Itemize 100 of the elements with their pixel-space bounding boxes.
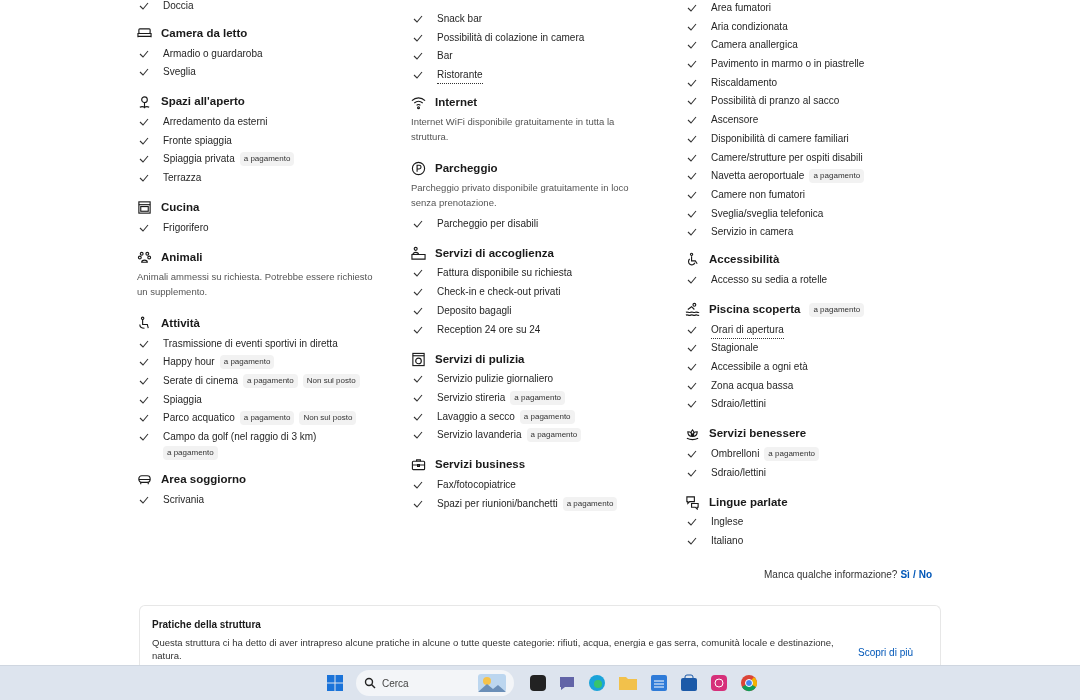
check-icon bbox=[687, 275, 697, 284]
card-text: Questa struttura ci ha detto di aver intrapreso alcune pratiche in alcune o tutte queste categorie: rifiuti, acqua, energia e gas serra, comunità locale e destinazione, natura. bbox=[152, 636, 835, 662]
price-tag: a pagamento bbox=[809, 302, 865, 317]
briefcase-icon bbox=[411, 457, 426, 473]
learn-more-link[interactable]: Scopri di più bbox=[858, 645, 914, 660]
amenity-label: Accessibile a ogni età bbox=[711, 360, 808, 374]
amenity-label: Parcheggio per disabili bbox=[437, 216, 539, 231]
amenity-label: Campo da golf (nel raggio di 3 km) bbox=[163, 429, 317, 444]
section-heading: Spazi all'aperto bbox=[161, 94, 245, 110]
amenity-label: Happy hour bbox=[163, 355, 215, 370]
section-heading: Camera da letto bbox=[161, 26, 248, 42]
card-title: Pratiche della struttura bbox=[152, 618, 262, 632]
amenity-label: Check-in e check-out privati bbox=[437, 285, 561, 300]
chat-icon[interactable] bbox=[558, 674, 576, 692]
amenity-label: Spiaggia bbox=[163, 392, 202, 407]
wheelchair-icon bbox=[685, 252, 700, 268]
search-input[interactable]: Cerca bbox=[382, 675, 472, 691]
check-icon bbox=[139, 495, 149, 504]
price-tag: a pagamento bbox=[519, 409, 575, 424]
amenity-label: Italiano bbox=[711, 534, 744, 549]
section-heading: Accessibilità bbox=[709, 252, 780, 268]
amenity-label: Doccia bbox=[163, 0, 194, 13]
section-heading: Parcheggio bbox=[435, 161, 498, 177]
price-tag: Non sul posto bbox=[299, 411, 357, 426]
price-tag: a pagamento bbox=[764, 447, 820, 462]
amenity-label: Trasmissione di eventi sportivi in diretta bbox=[163, 336, 338, 351]
no-link[interactable]: No bbox=[918, 567, 932, 582]
section-heading: Servizi benessere bbox=[709, 426, 807, 442]
amenity-label: Riscaldamento bbox=[711, 75, 778, 90]
separator: / bbox=[912, 568, 916, 582]
amenity-label: Servizio lavanderia bbox=[437, 428, 522, 443]
amenity-label: Sdraio/lettini bbox=[711, 465, 767, 480]
section-heading: Area soggiorno bbox=[161, 472, 246, 488]
calendar-icon[interactable] bbox=[650, 674, 668, 692]
section-heading: Servizi business bbox=[435, 457, 526, 473]
amenity-label: Orari di apertura bbox=[711, 321, 784, 339]
amenity-label: Lavaggio a secco bbox=[437, 409, 515, 424]
amenity-label: Armadio o guardaroba bbox=[163, 46, 263, 61]
search-field[interactable]: Cerca bbox=[356, 670, 514, 696]
task-view-icon[interactable] bbox=[530, 675, 546, 691]
amenity-label: Camere non fumatori bbox=[711, 187, 805, 202]
browser-icon[interactable] bbox=[588, 674, 606, 692]
store-icon[interactable] bbox=[680, 674, 698, 692]
amenity-label: Bar bbox=[437, 49, 453, 64]
price-tag: a pagamento bbox=[510, 390, 566, 405]
amenity-label: Arredamento da esterni bbox=[163, 115, 268, 130]
amenity-label: Fattura disponibile su richiesta bbox=[437, 266, 573, 281]
amenity-label: Sveglia bbox=[163, 65, 196, 80]
amenity-label: Sdraio/lettini bbox=[711, 397, 767, 412]
reception-icon bbox=[411, 245, 426, 261]
amenity-label: Camera anallergica bbox=[711, 38, 798, 53]
section-heading: Internet bbox=[435, 95, 478, 111]
amenity-label: Inglese bbox=[711, 515, 744, 530]
price-tag: a pagamento bbox=[239, 411, 295, 426]
amenity-label: Ombrelloni bbox=[711, 447, 760, 462]
wifi-icon bbox=[411, 95, 426, 111]
amenity-label: Ascensore bbox=[711, 113, 759, 128]
section-heading: Piscina scoperta bbox=[709, 302, 801, 317]
section-heading: Cucina bbox=[161, 200, 200, 216]
section-description: Parcheggio privato disponibile gratuitamente in loco senza prenotazione. bbox=[411, 180, 630, 210]
amenity-label: Fronte spiaggia bbox=[163, 133, 232, 148]
section-description: Internet WiFi disponibile gratuitamente in tutta la struttura. bbox=[411, 114, 616, 144]
amenity-label: Disponibilità di camere familiari bbox=[711, 131, 849, 146]
check-icon bbox=[139, 2, 149, 10]
amenity-label: Area fumatori bbox=[711, 1, 772, 15]
amenity-label: Fax/fotocopiatrice bbox=[437, 477, 516, 492]
price-tag: Non sul posto bbox=[302, 373, 360, 388]
amenity-label: Possibilità di pranzo al sacco bbox=[711, 94, 840, 109]
windows-start-icon[interactable] bbox=[326, 674, 344, 692]
price-tag: a pagamento bbox=[239, 152, 295, 167]
amenity-label: Sveglia/sveglia telefonica bbox=[711, 206, 824, 221]
paw-icon bbox=[137, 250, 152, 265]
amenity-label: Scrivania bbox=[163, 492, 205, 507]
oven-icon bbox=[137, 200, 152, 216]
search-icon bbox=[364, 677, 376, 689]
price-tag: a pagamento bbox=[163, 445, 218, 460]
yes-link[interactable]: Sì bbox=[900, 567, 910, 582]
amenity-label: Terrazza bbox=[163, 171, 202, 186]
check-icon bbox=[413, 219, 423, 228]
price-tag: a pagamento bbox=[526, 428, 582, 443]
section-description: Animali ammessi su richiesta. Potrebbe essere richiesto un supplemento. bbox=[137, 269, 374, 299]
check-icon bbox=[139, 223, 149, 232]
price-tag: a pagamento bbox=[562, 496, 618, 511]
section-heading: Lingue parlate bbox=[709, 494, 788, 510]
price-tag: a pagamento bbox=[219, 355, 275, 370]
spa-icon bbox=[685, 426, 700, 442]
chrome-icon[interactable] bbox=[740, 674, 758, 692]
amenity-label: Serate di cinema bbox=[163, 373, 239, 388]
app-icon[interactable] bbox=[710, 674, 728, 692]
section-heading: Animali bbox=[161, 249, 203, 265]
amenity-label: Ristorante bbox=[437, 67, 483, 85]
amenity-label: Accesso su sedia a rotelle bbox=[711, 272, 828, 287]
price-tag: a pagamento bbox=[809, 169, 865, 184]
chat-bubbles-icon bbox=[685, 494, 700, 510]
amenity-label: Zona acqua bassa bbox=[711, 378, 794, 393]
price-tag: a pagamento bbox=[243, 373, 298, 388]
amenity-label: Servizio pulizie giornaliero bbox=[437, 372, 554, 387]
amenity-label: Possibilità di colazione in camera bbox=[437, 30, 585, 45]
amenity-label: Reception 24 ore su 24 bbox=[437, 322, 541, 337]
amenity-label: Parco acquatico bbox=[163, 411, 235, 426]
